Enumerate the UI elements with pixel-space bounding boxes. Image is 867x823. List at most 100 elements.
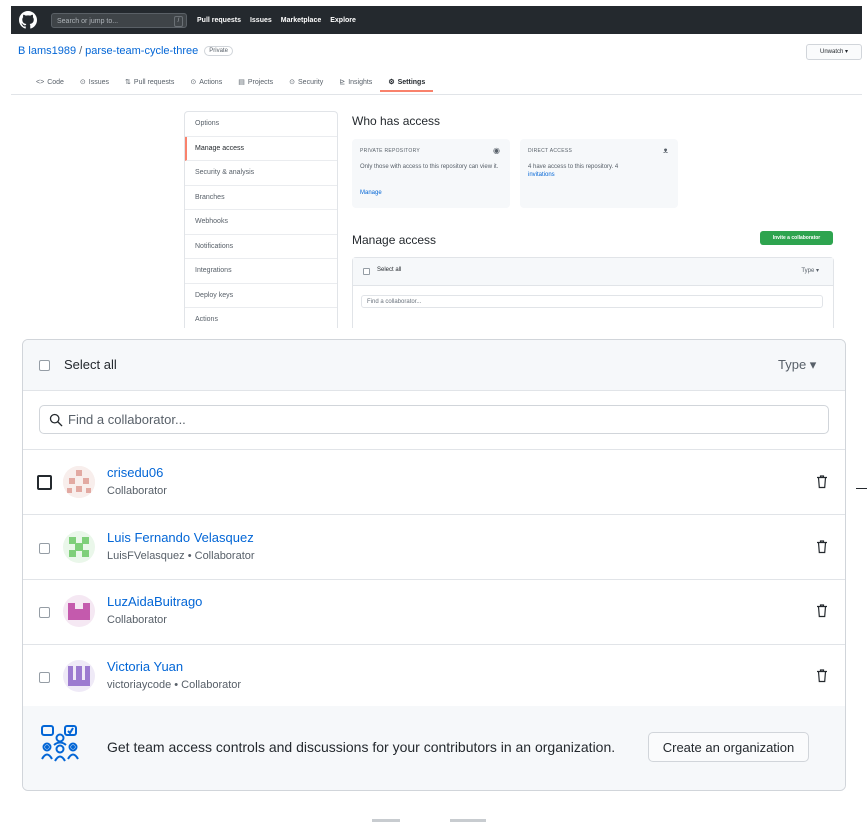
tab-settings-label: Settings xyxy=(397,78,426,86)
trash-icon[interactable] xyxy=(816,603,828,618)
sidebar-item-options[interactable]: Options xyxy=(185,112,337,137)
collaborator-checkbox[interactable] xyxy=(39,607,50,618)
play-icon: ⊙ xyxy=(190,79,197,86)
tab-insights[interactable]: ⊵ Insights xyxy=(331,74,380,90)
collaborator-name[interactable]: Luis Fernando Velasquez xyxy=(107,530,254,545)
preview-search-input[interactable]: Find a collaborator... xyxy=(361,295,823,308)
invite-collaborator-button[interactable]: Invite a collaborator xyxy=(760,231,833,245)
nav-explore[interactable]: Explore xyxy=(330,17,356,24)
tab-actions-label: Actions xyxy=(199,78,223,86)
tab-settings[interactable]: ⚙ Settings xyxy=(380,74,434,92)
nav-issues[interactable]: Issues xyxy=(250,17,272,24)
team-people-icon xyxy=(41,725,79,762)
sidebar-item-webhooks[interactable]: Webhooks xyxy=(185,210,337,235)
tab-pull-requests[interactable]: ⇅ Pull requests xyxy=(117,74,182,90)
tab-issues[interactable]: ⊙ Issues xyxy=(72,74,117,90)
select-all-checkbox[interactable] xyxy=(39,360,50,371)
sidebar-item-deploy-keys[interactable]: Deploy keys xyxy=(185,284,337,308)
sidebar-item-integrations[interactable]: Integrations xyxy=(185,259,337,284)
collaborator-row: Luis Fernando Velasquez LuisFVelasquez •… xyxy=(23,515,845,580)
preview-select-all-label: Select all xyxy=(377,267,402,273)
issue-icon: ⊙ xyxy=(79,79,86,86)
direct-card-count-text: 4 have access to this repository. 4 xyxy=(528,164,619,170)
collaborator-checkbox[interactable] xyxy=(39,672,50,683)
select-all-label: Select all xyxy=(64,357,117,372)
collaborator-name[interactable]: Victoria Yuan xyxy=(107,659,183,674)
tab-projects-label: Projects xyxy=(247,78,274,86)
collaborator-checkbox[interactable] xyxy=(37,475,52,490)
sidebar-item-security-analysis[interactable]: Security & analysis xyxy=(185,161,337,186)
edge-divider xyxy=(856,488,867,489)
shield-icon: ⊙ xyxy=(289,79,296,86)
nav-marketplace[interactable]: Marketplace xyxy=(281,17,321,24)
trash-icon[interactable] xyxy=(816,474,828,489)
collaborator-row: LuzAidaBuitrago Collaborator xyxy=(23,580,845,645)
tab-security-label: Security xyxy=(298,78,324,86)
preview-type-filter[interactable]: Type ▾ xyxy=(801,267,819,274)
tab-code[interactable]: <> Code xyxy=(28,74,72,90)
tab-pull-requests-label: Pull requests xyxy=(133,78,175,86)
promo-text: Get team access controls and discussions… xyxy=(107,739,616,755)
header-search-placeholder: Search or jump to... xyxy=(57,17,119,25)
private-card-text: Only those with access to this repositor… xyxy=(360,164,499,170)
collaborator-name[interactable]: crisedu06 xyxy=(107,465,163,480)
repo-owner-link[interactable]: B lams1989 xyxy=(18,45,76,57)
find-collaborator-input[interactable]: Find a collaborator... xyxy=(39,405,829,434)
collaborator-checkbox[interactable] xyxy=(39,543,50,554)
trash-icon[interactable] xyxy=(816,539,828,554)
manage-link[interactable]: Manage xyxy=(360,190,382,196)
sidebar-item-manage-access[interactable]: Manage access xyxy=(185,136,337,161)
create-organization-button[interactable]: Create an organization xyxy=(648,732,809,762)
nav-pull-requests[interactable]: Pull requests xyxy=(197,17,241,24)
avatar[interactable] xyxy=(63,595,95,627)
slash-key-hint: / xyxy=(174,15,183,27)
collaborator-subtitle: Collaborator xyxy=(107,614,167,626)
graph-icon: ⊵ xyxy=(339,79,346,86)
sidebar-item-branches[interactable]: Branches xyxy=(185,186,337,210)
preview-search-placeholder: Find a collaborator... xyxy=(367,299,422,305)
header-search-input[interactable]: Search or jump to... / xyxy=(51,12,187,28)
repo-name-link[interactable]: parse-team-cycle-three xyxy=(85,45,198,57)
tab-actions[interactable]: ⊙ Actions xyxy=(182,74,230,90)
avatar[interactable] xyxy=(63,466,95,498)
collaborator-subtitle: Collaborator xyxy=(107,485,167,497)
github-logo-icon[interactable] xyxy=(19,11,37,29)
avatar-identicon-victoriaycode xyxy=(63,660,95,692)
type-filter-dropdown[interactable]: Type ▾ xyxy=(778,357,816,373)
preview-select-all-checkbox[interactable] xyxy=(363,268,370,275)
tab-insights-label: Insights xyxy=(348,78,373,86)
watch-button[interactable]: Unwatch ▾ xyxy=(806,44,862,60)
who-has-access-title: Who has access xyxy=(352,114,441,128)
collaborator-list-preview: Select all Type ▾ Find a collaborator... xyxy=(352,257,834,328)
collaborator-list-zoomed: Select all Type ▾ Find a collaborator... xyxy=(22,339,846,791)
avatar-identicon-crisedu06 xyxy=(63,466,95,498)
tab-issues-label: Issues xyxy=(88,78,110,86)
people-icon: ᴥ xyxy=(663,146,668,155)
trash-icon[interactable] xyxy=(816,668,828,683)
eye-closed-icon: ◉ xyxy=(493,146,500,155)
avatar-identicon-luzaidabuitrago xyxy=(63,595,95,627)
tab-projects[interactable]: ▤ Projects xyxy=(230,74,281,90)
collaborator-subtitle: LuisFVelasquez • Collaborator xyxy=(107,550,255,562)
sidebar-item-actions[interactable]: Actions xyxy=(185,308,337,328)
code-icon: <> xyxy=(36,78,45,86)
sidebar-item-notifications[interactable]: Notifications xyxy=(185,235,337,259)
gear-icon: ⚙ xyxy=(388,79,395,86)
search-icon xyxy=(49,413,63,427)
preview-list-header: Select all Type ▾ xyxy=(353,258,833,286)
invitations-link[interactable]: invitations xyxy=(528,172,555,178)
list-header: Select all Type ▾ xyxy=(23,340,845,391)
collaborator-name[interactable]: LuzAidaBuitrago xyxy=(107,594,202,609)
avatar[interactable] xyxy=(63,531,95,563)
pull-request-icon: ⇅ xyxy=(125,79,131,86)
search-row: Find a collaborator... xyxy=(23,391,845,450)
direct-card-text: 4 have access to this repository. 4 invi… xyxy=(528,163,668,179)
private-repository-card: PRIVATE REPOSITORY ◉ Only those with acc… xyxy=(352,139,510,208)
direct-access-card: DIRECT ACCESS ᴥ 4 have access to this re… xyxy=(520,139,678,208)
tabs-divider xyxy=(11,94,862,95)
avatar[interactable] xyxy=(63,660,95,692)
private-card-title: PRIVATE REPOSITORY xyxy=(360,148,421,154)
repo-breadcrumb: B lams1989 / parse-team-cycle-three Priv… xyxy=(18,45,233,57)
project-icon: ▤ xyxy=(238,79,245,86)
tab-security[interactable]: ⊙ Security xyxy=(281,74,331,90)
